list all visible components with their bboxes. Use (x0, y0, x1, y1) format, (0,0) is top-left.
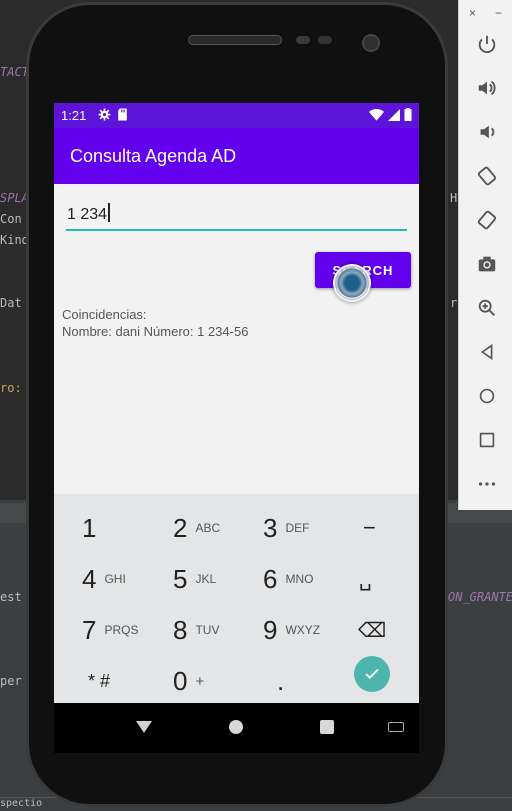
code-fragment: TACT (0, 65, 29, 79)
nav-back-icon[interactable] (136, 721, 152, 733)
key-minus[interactable]: − (363, 503, 419, 553)
close-icon[interactable]: × (469, 6, 476, 20)
key-star-hash[interactable]: * # (88, 656, 176, 703)
key-5[interactable]: 5 JKL (173, 554, 261, 604)
proximity-sensor (296, 36, 310, 44)
sd-card-icon (118, 108, 127, 121)
wifi-icon (369, 108, 384, 121)
camera-icon[interactable] (471, 248, 503, 280)
backspace-key[interactable]: ⌫ (358, 605, 419, 655)
power-icon[interactable] (471, 28, 503, 60)
code-fragment: Con (0, 212, 22, 226)
app-bar: Consulta Agenda AD (54, 128, 419, 184)
zoom-icon[interactable] (471, 292, 503, 324)
results-panel: Coincidencias: Nombre: dani Número: 1 23… (62, 306, 248, 340)
code-fragment: ON_GRANTE (448, 590, 512, 604)
space-key[interactable]: ␣ (359, 554, 419, 604)
speaker-grille (188, 35, 282, 45)
touch-indicator (333, 264, 371, 302)
battery-icon (404, 108, 412, 121)
settings-icon (98, 108, 111, 121)
home-icon[interactable] (471, 380, 503, 412)
light-sensor (318, 36, 332, 44)
phone-screen: 1:21 Consulta Agenda AD 1 234 SEARCH Coi… (54, 103, 419, 703)
overview-icon[interactable] (471, 424, 503, 456)
key-9[interactable]: 9 WXYZ (263, 605, 351, 655)
code-fragment: SPLA (0, 191, 29, 205)
app-title: Consulta Agenda AD (70, 146, 237, 166)
volume-up-icon[interactable] (471, 72, 503, 104)
back-icon[interactable] (471, 336, 503, 368)
nav-recents-icon[interactable] (320, 720, 334, 734)
code-fragment: est (0, 590, 22, 604)
more-icon[interactable] (471, 468, 503, 500)
status-time: 1:21 (61, 108, 87, 123)
keyboard-switch-icon[interactable] (388, 722, 404, 732)
code-fragment: H (450, 191, 458, 205)
text-cursor (108, 203, 110, 222)
result-line: Nombre: dani Número: 1 234-56 (62, 324, 249, 339)
status-bar: 1:21 (54, 103, 419, 128)
search-input-value: 1 234 (67, 206, 108, 223)
code-fragment: ro: (0, 381, 22, 395)
ide-status-text: spectio (0, 798, 43, 809)
code-fragment: per (0, 674, 22, 688)
key-6[interactable]: 6 MNO (263, 554, 351, 604)
key-7[interactable]: 7 PRQS (82, 605, 170, 655)
key-period[interactable]: . (277, 656, 365, 703)
code-fragment: Dat (0, 296, 22, 310)
navigation-bar (54, 703, 419, 753)
numeric-keypad: 1 2 ABC 3 DEF − 4 GHI 5 JKL 6 MNO ␣ 7 PRQS 8 TU… (54, 494, 419, 703)
emulator-toolbar: × − (458, 0, 512, 510)
check-icon (365, 668, 379, 680)
done-button[interactable] (354, 656, 390, 692)
code-fragment: Kind (0, 233, 29, 247)
key-2[interactable]: 2 ABC (173, 503, 261, 553)
results-heading: Coincidencias: (62, 307, 147, 322)
volume-down-icon[interactable] (471, 116, 503, 148)
key-1[interactable]: 1 (82, 503, 170, 553)
minimize-icon[interactable]: − (495, 6, 502, 20)
key-8[interactable]: 8 TUV (173, 605, 261, 655)
code-fragment: r (450, 296, 458, 310)
search-input[interactable]: 1 234 (66, 203, 407, 231)
rotate-right-icon[interactable] (471, 204, 503, 236)
front-camera (362, 34, 380, 52)
key-3[interactable]: 3 DEF (263, 503, 351, 553)
signal-icon (388, 108, 400, 121)
key-0[interactable]: 0 + (173, 656, 261, 703)
rotate-left-icon[interactable] (471, 160, 503, 192)
nav-home-icon[interactable] (229, 720, 243, 734)
key-4[interactable]: 4 GHI (82, 554, 170, 604)
